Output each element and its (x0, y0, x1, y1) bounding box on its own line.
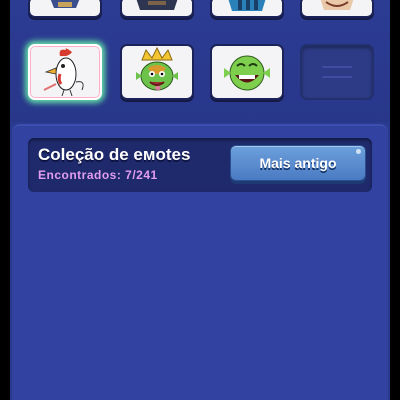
emote-tile-goblin-laugh[interactable] (210, 44, 284, 100)
empty-slot-line (322, 66, 352, 68)
goblin-king-emote-icon (136, 46, 178, 91)
emote-grid (10, 0, 390, 122)
knight-emote-icon (50, 0, 80, 8)
emote-tile-ice-wizard[interactable] (210, 0, 284, 18)
collection-panel: Coleção de eмotes Encontrados: 7/241 Mai… (12, 124, 388, 400)
emote-tile-chicken[interactable] (28, 44, 102, 100)
game-screen: Coleção de eмotes Encontrados: 7/241 Mai… (10, 0, 390, 400)
goblin-laugh-emote-icon (224, 55, 270, 91)
sort-button[interactable]: Mais antigo (230, 145, 366, 181)
collection-title: Coleção de eмotes (38, 145, 191, 164)
ice-wizard-emote-icon (228, 0, 266, 11)
bandit-emote-icon (136, 0, 178, 10)
empty-slot-line (322, 76, 352, 78)
chicken-emote-icon (43, 48, 84, 97)
princess-emote-icon (320, 0, 354, 10)
emote-tile-bandit[interactable] (120, 0, 194, 18)
collection-header: Coleção de eмotes Encontrados: 7/241 Mai… (28, 138, 372, 192)
button-shine (356, 149, 361, 154)
emote-tile-goblin-king[interactable] (120, 44, 194, 100)
empty-emote-slot (300, 44, 374, 100)
found-count: Encontrados: 7/241 (38, 168, 158, 182)
emote-tile-knight[interactable] (28, 0, 102, 18)
sort-button-label: Mais antigo (259, 155, 337, 171)
emote-tile-princess[interactable] (300, 0, 374, 18)
